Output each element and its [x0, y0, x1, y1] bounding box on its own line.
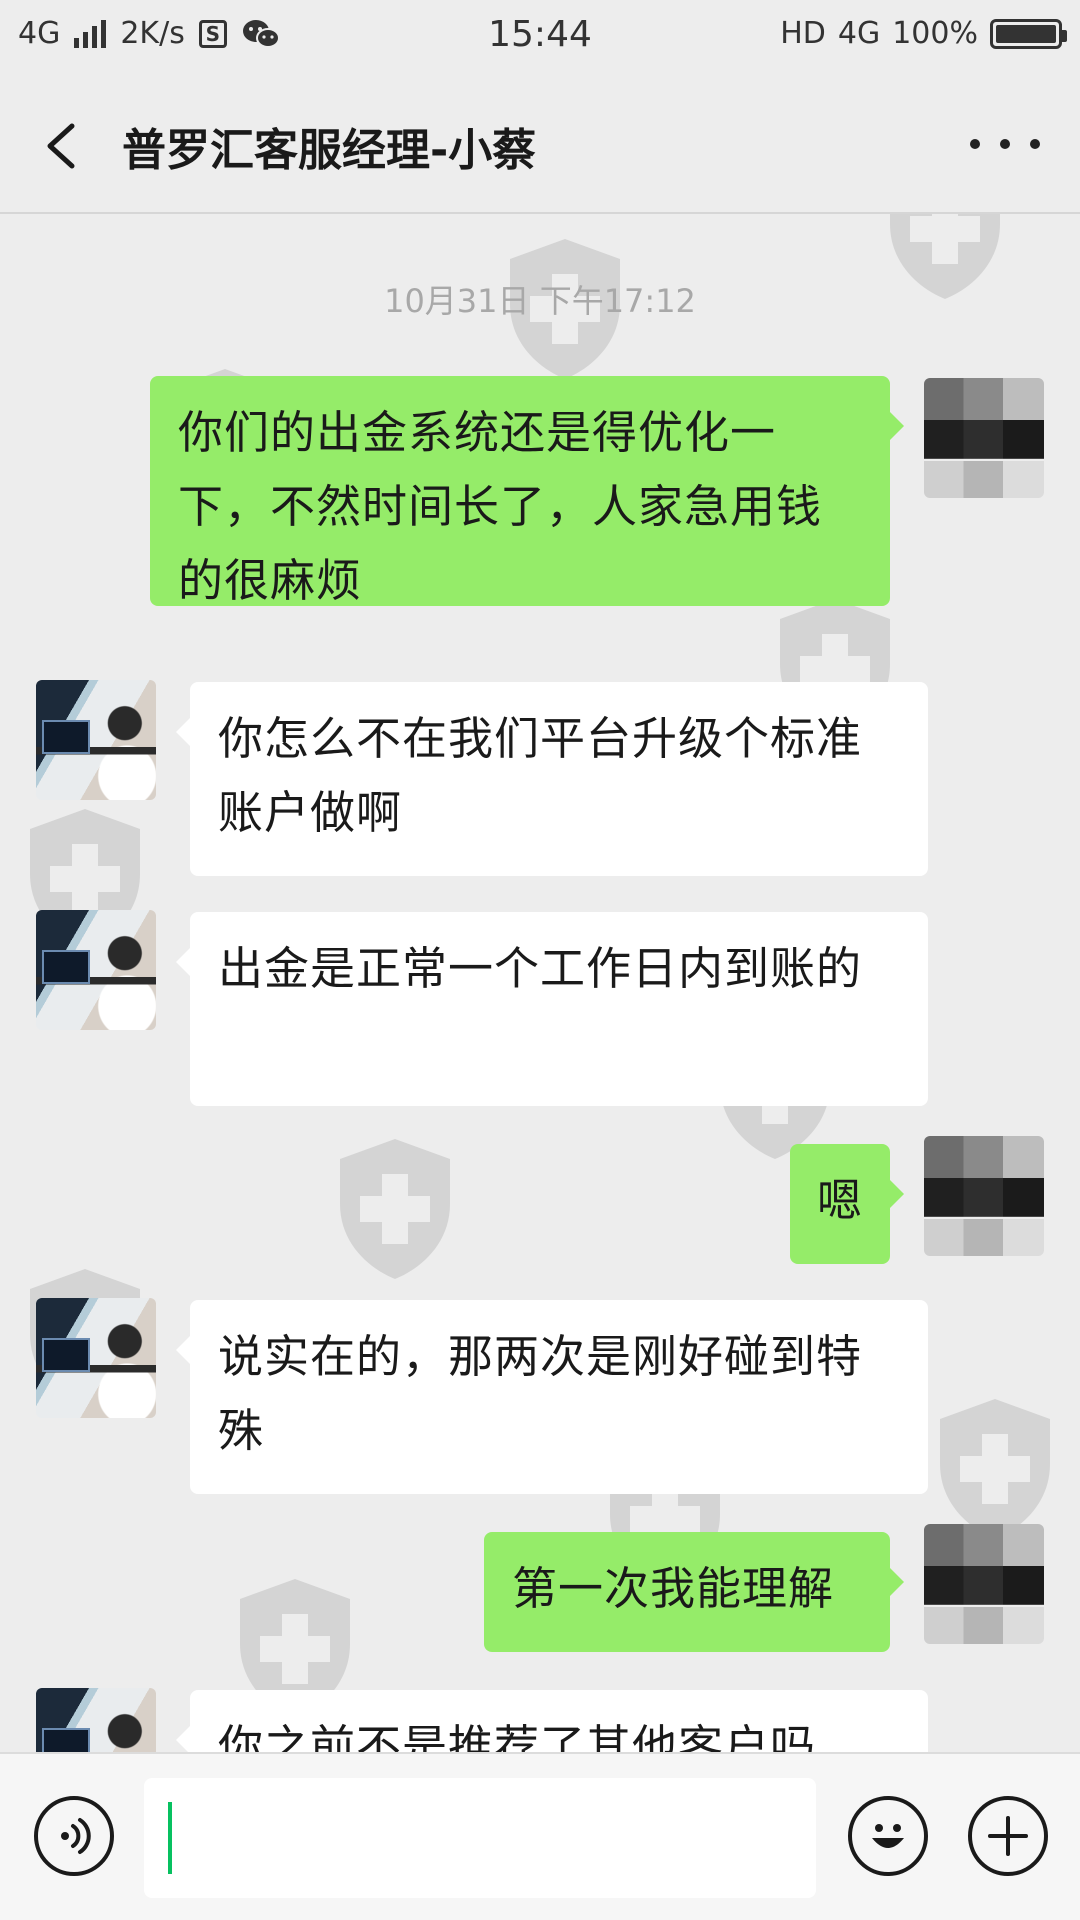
my-avatar[interactable] — [924, 378, 1044, 498]
my-avatar[interactable] — [924, 1136, 1044, 1256]
emoji-icon — [872, 1824, 904, 1848]
contact-avatar[interactable] — [36, 1298, 156, 1418]
contact-avatar[interactable] — [36, 1688, 156, 1752]
input-bar — [0, 1752, 1080, 1920]
more-functions-button[interactable] — [968, 1796, 1048, 1876]
page-title: 普罗汇客服经理-小蔡 — [122, 125, 537, 176]
plus-icon — [988, 1816, 1028, 1856]
message-bubble-in[interactable]: 出金是正常一个工作日内到账的 — [176, 912, 928, 1106]
message-timestamp: 10月31日 下午17:12 — [384, 282, 696, 320]
watermark-shield-icon — [940, 1399, 1050, 1539]
message-bubble-in[interactable]: 你之前不是推荐了其他客户吗 — [176, 1690, 928, 1752]
battery-percent: 100% — [892, 16, 978, 51]
message-bubble-out[interactable]: 第一次我能理解 — [484, 1532, 904, 1652]
message-bubble-in[interactable]: 你怎么不在我们平台升级个标准账户做啊 — [176, 682, 928, 876]
chevron-left-icon — [47, 123, 75, 169]
watermark-shield-icon — [340, 1139, 450, 1279]
my-avatar[interactable] — [924, 1524, 1044, 1644]
back-button[interactable] — [36, 116, 96, 176]
message-input[interactable] — [144, 1778, 816, 1898]
contact-avatar[interactable] — [36, 910, 156, 1030]
status-right: HD 4G 100% — [780, 16, 1067, 51]
chat-header: 普罗汇客服经理-小蔡 — [0, 76, 1080, 214]
battery-icon — [990, 18, 1067, 49]
voice-button[interactable] — [34, 1796, 114, 1876]
hd-label: HD — [780, 16, 826, 51]
status-bar: 4G 2K/s S 15:44 HD 4G 100% — [0, 0, 1080, 76]
more-dots-icon — [970, 139, 980, 149]
contact-avatar[interactable] — [36, 680, 156, 800]
more-button[interactable] — [970, 124, 1040, 164]
voice-icon — [61, 1818, 91, 1854]
message-bubble-in[interactable]: 说实在的，那两次是刚好碰到特殊 — [176, 1300, 928, 1494]
emoji-button[interactable] — [848, 1796, 928, 1876]
network-type-right: 4G — [837, 16, 881, 51]
chat-area[interactable]: 10月31日 下午17:12 你们的出金系统还是得优化一下，不然时间长了，人家急… — [0, 214, 1080, 1752]
message-bubble-out[interactable]: 你们的出金系统还是得优化一下，不然时间长了，人家急用钱的很麻烦 — [150, 376, 904, 607]
message-bubble-out[interactable]: 嗯 — [790, 1144, 904, 1264]
text-cursor — [168, 1802, 172, 1874]
